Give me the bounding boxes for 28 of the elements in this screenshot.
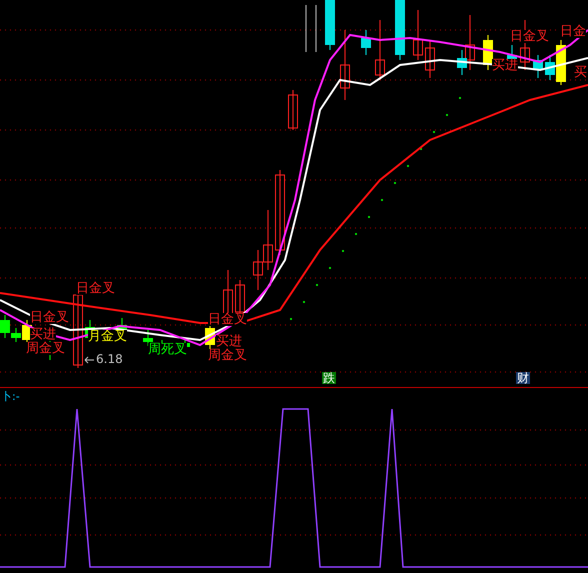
low-price-marker: 6.18: [96, 353, 123, 365]
candlestick: [533, 54, 543, 78]
candlestick: [395, 0, 405, 60]
candlestick: [340, 30, 350, 100]
chart-label: 日金叉: [208, 313, 247, 326]
chart-label: 买进: [492, 59, 518, 72]
chart-label: 买进: [216, 335, 242, 348]
candlestick: [425, 40, 435, 78]
chart-label: 周金叉: [26, 342, 65, 355]
candlestick: [413, 10, 423, 60]
chart-label: 日金叉: [76, 282, 115, 295]
indicator-title: 卜:-: [1, 391, 20, 402]
candlestick: [483, 34, 493, 70]
arrow-icon: [84, 356, 94, 364]
chart-label: 买进: [30, 328, 56, 341]
candlestick: [375, 20, 385, 80]
chart-label: 月金叉: [88, 330, 127, 343]
chart-label: 周死叉: [148, 343, 187, 356]
event-badge: 财: [516, 372, 530, 384]
chart-label: 日金叉: [510, 30, 549, 43]
chart-label: 买: [574, 66, 587, 79]
chart-label: 日金叉: [30, 311, 69, 324]
chart-label: 周金叉: [208, 349, 247, 362]
event-badge: 跌: [322, 372, 336, 384]
candlestick: [361, 30, 371, 56]
candlestick: [288, 90, 298, 130]
chart-label: 日金: [560, 25, 586, 38]
candlestick: [325, 0, 335, 50]
